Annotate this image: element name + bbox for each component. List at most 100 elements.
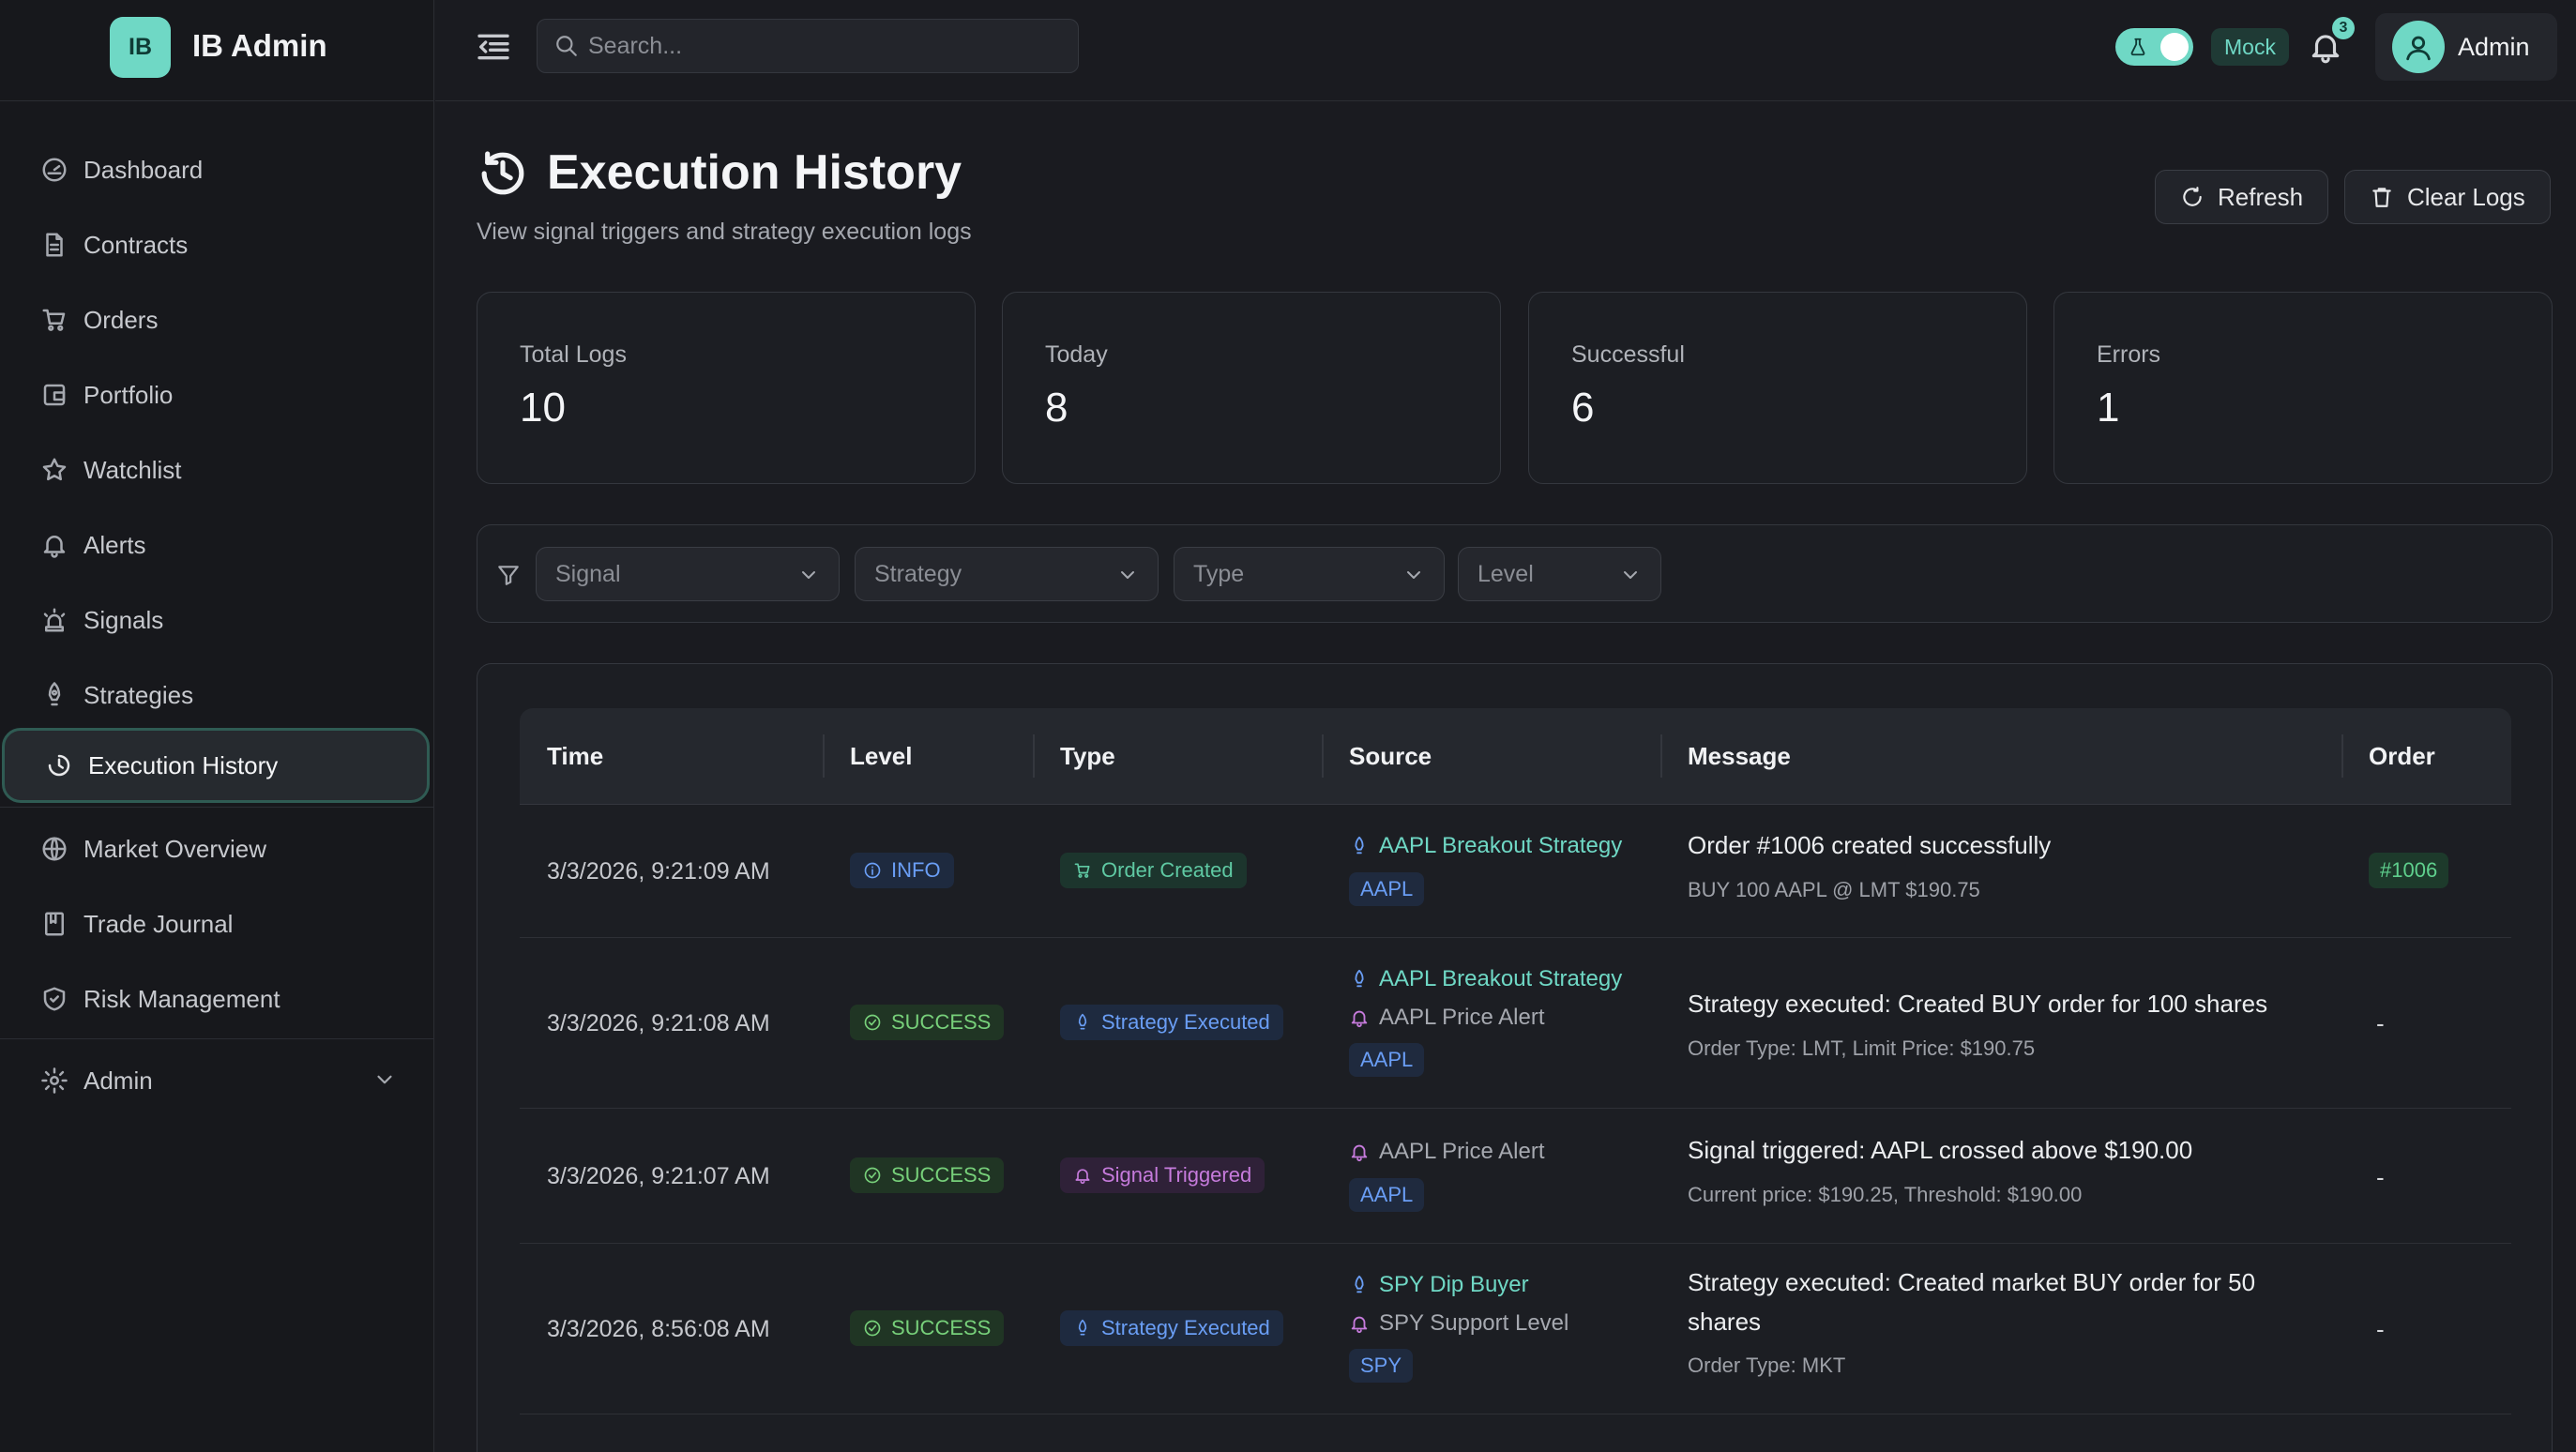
app-name: IB Admin xyxy=(192,28,327,63)
sidebar-item-label: Strategies xyxy=(83,680,194,709)
search-input[interactable] xyxy=(588,32,1057,60)
source-strategy-link[interactable]: AAPL Breakout Strategy xyxy=(1349,833,1622,859)
chevron-down-icon xyxy=(1121,571,1134,579)
sidebar-item-market-overview[interactable]: Market Overview xyxy=(0,811,434,886)
sidebar-item-label: Trade Journal xyxy=(83,909,234,938)
bell-icon xyxy=(1351,1144,1368,1162)
table-row[interactable]: 3/3/2026, 9:21:08 AM SUCCESS Strategy Ex… xyxy=(520,938,2511,1109)
table-header: Time Level Type Source Message Order xyxy=(520,708,2511,805)
log-detail: BUY 100 AAPL @ LMT $190.75 xyxy=(1688,878,1980,901)
column-header-type[interactable]: Type xyxy=(1060,708,1115,805)
rocket-icon xyxy=(1355,836,1364,855)
column-separator xyxy=(1660,734,1662,778)
strategy-filter-select[interactable]: Strategy xyxy=(855,547,1159,601)
log-message: Signal triggered: AAPL crossed above $19… xyxy=(1688,1136,2193,1164)
sidebar-item-label: Market Overview xyxy=(83,834,267,863)
signal-filter-select[interactable]: Signal xyxy=(536,547,840,601)
stat-label: Successful xyxy=(1571,341,1685,368)
sidebar-item-label: Alerts xyxy=(83,530,146,559)
sidebar-item-signals[interactable]: Signals xyxy=(0,582,434,658)
book-icon xyxy=(45,912,64,936)
refresh-button[interactable]: Refresh xyxy=(2155,170,2329,224)
type-label: Order Created xyxy=(1101,858,1234,882)
page-title: Execution History xyxy=(547,145,962,200)
sidebar-item-watchlist[interactable]: Watchlist xyxy=(0,432,434,507)
table-row[interactable]: 3/3/2026, 9:21:09 AM INFO Order Created … xyxy=(520,805,2511,938)
chevron-down-icon[interactable] xyxy=(372,1067,397,1092)
chevron-down-icon xyxy=(802,571,815,579)
column-separator xyxy=(2341,734,2343,778)
clear-logs-button[interactable]: Clear Logs xyxy=(2344,170,2551,224)
order-link[interactable]: #1006 xyxy=(2369,853,2449,888)
level-label: SUCCESS xyxy=(891,1010,992,1034)
column-header-order[interactable]: Order xyxy=(2369,708,2435,805)
sidebar-item-label: Admin xyxy=(83,1066,153,1095)
info-icon xyxy=(864,862,881,879)
stat-card-today: Today 8 xyxy=(1002,292,1501,484)
symbol-badge: AAPL xyxy=(1349,872,1425,906)
source-strategy-link[interactable]: AAPL Breakout Strategy xyxy=(1349,966,1622,992)
table-row[interactable]: 3/3/2026, 9:21:07 AM SUCCESS Signal Trig… xyxy=(520,1109,2511,1244)
search-icon xyxy=(556,36,577,56)
sidebar-item-risk-management[interactable]: Risk Management xyxy=(0,961,434,1036)
column-header-message[interactable]: Message xyxy=(1688,708,1791,805)
top-header: Mock 3 Admin xyxy=(435,0,2576,101)
level-label: SUCCESS xyxy=(891,1163,992,1187)
stat-label: Today xyxy=(1045,341,1108,368)
select-placeholder: Strategy xyxy=(874,560,962,587)
column-header-source[interactable]: Source xyxy=(1349,708,1432,805)
sidebar-toggle-icon[interactable] xyxy=(475,28,512,66)
log-message: Order #1006 created successfully xyxy=(1688,831,2052,859)
sidebar-item-admin[interactable]: Admin xyxy=(0,1043,434,1118)
sidebar-item-contracts[interactable]: Contracts xyxy=(0,207,434,282)
search-box xyxy=(537,19,1079,73)
level-filter-select[interactable]: Level xyxy=(1458,547,1661,601)
history-icon xyxy=(48,754,70,777)
type-filter-select[interactable]: Type xyxy=(1174,547,1445,601)
avatar xyxy=(2392,21,2445,73)
column-separator xyxy=(823,734,825,778)
chevron-down-icon xyxy=(1624,571,1637,579)
select-placeholder: Type xyxy=(1193,560,1245,587)
refresh-label: Refresh xyxy=(2218,182,2304,211)
sidebar-item-orders[interactable]: Orders xyxy=(0,282,434,357)
log-message-continued: shares xyxy=(1688,1308,1762,1336)
level-badge-success: SUCCESS xyxy=(850,1157,1005,1193)
log-detail: Order Type: MKT xyxy=(1688,1354,1846,1377)
sidebar-item-alerts[interactable]: Alerts xyxy=(0,507,434,582)
order-empty: - xyxy=(2376,1009,2385,1037)
sidebar-item-strategies[interactable]: Strategies xyxy=(0,658,434,733)
sidebar-divider xyxy=(0,807,434,808)
sidebar-item-dashboard[interactable]: Dashboard xyxy=(0,132,434,207)
app-logo: IB xyxy=(110,17,171,78)
column-header-level[interactable]: Level xyxy=(850,708,913,805)
type-badge-signal-triggered: Signal Triggered xyxy=(1060,1157,1265,1193)
sidebar-item-trade-journal[interactable]: Trade Journal xyxy=(0,886,434,961)
user-menu[interactable]: Admin xyxy=(2375,13,2557,81)
type-label: Signal Triggered xyxy=(1101,1163,1252,1187)
sidebar-item-execution-history[interactable]: Execution History xyxy=(2,728,430,803)
source-signal: AAPL Price Alert xyxy=(1349,1139,1545,1165)
clear-logs-label: Clear Logs xyxy=(2407,182,2525,211)
bell-icon xyxy=(1351,1316,1368,1334)
log-message: Strategy executed: Created market BUY or… xyxy=(1688,1268,2256,1296)
sidebar-item-label: Signals xyxy=(83,605,164,634)
sidebar-item-portfolio[interactable]: Portfolio xyxy=(0,357,434,432)
column-separator xyxy=(1033,734,1035,778)
rocket-icon xyxy=(1355,1275,1364,1293)
log-time: 3/3/2026, 8:56:08 AM xyxy=(547,1316,770,1342)
type-badge-strategy-executed: Strategy Executed xyxy=(1060,1005,1283,1040)
stat-card-errors: Errors 1 xyxy=(2053,292,2553,484)
toggle-knob xyxy=(2160,33,2189,61)
mock-mode-toggle[interactable] xyxy=(2115,28,2193,66)
source-strategy-link[interactable]: SPY Dip Buyer xyxy=(1349,1272,1529,1298)
alarm-icon xyxy=(43,608,66,632)
log-detail: Current price: $190.25, Threshold: $190.… xyxy=(1688,1183,2083,1206)
select-placeholder: Level xyxy=(1477,560,1534,587)
level-badge-success: SUCCESS xyxy=(850,1310,1005,1346)
signal-name: AAPL Price Alert xyxy=(1379,1005,1545,1030)
sidebar-item-label: Watchlist xyxy=(83,455,182,484)
table-row[interactable]: 3/3/2026, 8:56:08 AM SUCCESS Strategy Ex… xyxy=(520,1244,2511,1414)
column-header-time[interactable]: Time xyxy=(547,708,603,805)
gear-icon xyxy=(41,1067,68,1094)
